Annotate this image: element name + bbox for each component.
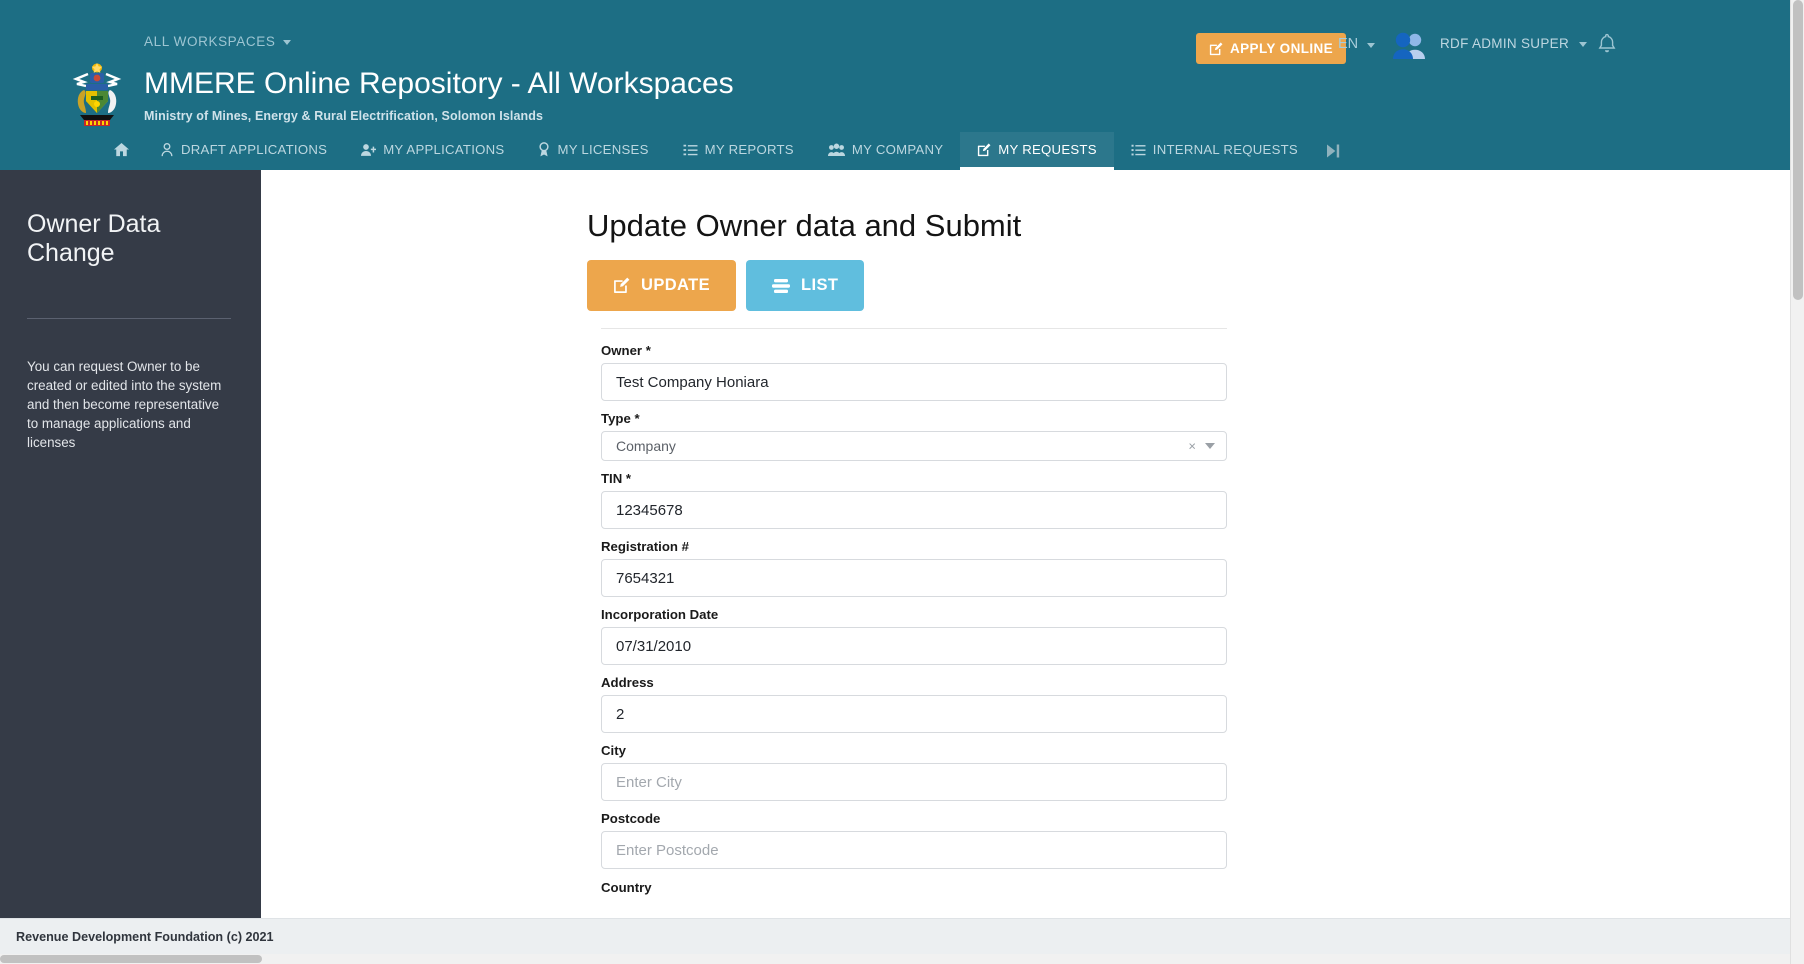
nav-scroll-forward-button[interactable] <box>1315 132 1352 170</box>
footer-copyright: Revenue Development Foundation (c) 2021 <box>16 929 274 944</box>
postcode-input[interactable] <box>601 831 1227 869</box>
list-button[interactable]: LIST <box>746 260 865 311</box>
incorporation-date-input[interactable] <box>601 627 1227 665</box>
nav-label: MY COMPANY <box>851 142 944 157</box>
update-button[interactable]: UPDATE <box>587 260 737 311</box>
notifications-button[interactable] <box>1597 33 1617 55</box>
sidebar-description: You can request Owner to be created or e… <box>27 359 222 451</box>
chevron-down-icon <box>1367 42 1376 48</box>
list-button-label: LIST <box>801 276 839 294</box>
my-company-icon <box>827 143 845 156</box>
nav-label: MY APPLICATIONS <box>383 142 505 157</box>
form-divider <box>601 328 1227 329</box>
field-label-registration-number: Registration # <box>601 539 689 554</box>
city-input[interactable] <box>601 763 1227 801</box>
nav-label: INTERNAL REQUESTS <box>1152 142 1298 157</box>
field-label-owner: Owner * <box>601 343 651 358</box>
my-requests-icon <box>978 143 991 156</box>
sidebar: Owner Data Change You can request Owner … <box>0 170 261 918</box>
sidebar-divider <box>27 318 231 319</box>
nav-label: MY REPORTS <box>704 142 794 157</box>
chevron-down-icon <box>283 40 292 45</box>
field-country: Country <box>601 879 1227 897</box>
chevron-down-icon[interactable] <box>1205 443 1215 449</box>
field-label-country: Country <box>601 880 652 895</box>
field-label-address: Address <box>601 675 654 690</box>
bell-icon <box>1598 33 1616 53</box>
list-icon <box>772 278 791 293</box>
address-input[interactable] <box>601 695 1227 733</box>
tin-input[interactable] <box>601 491 1227 529</box>
user-menu[interactable]: RDF ADMIN SUPER <box>1440 36 1588 51</box>
main-navigation: DRAFT APPLICATIONS MY APPLICATIONS MY LI… <box>100 132 1352 170</box>
chevron-down-icon <box>1579 42 1588 47</box>
language-label: EN <box>1338 36 1359 52</box>
apply-online-button[interactable]: APPLY ONLINE <box>1196 33 1347 64</box>
update-button-label: UPDATE <box>641 276 711 294</box>
all-workspaces-label: ALL WORKSPACES <box>144 34 276 49</box>
draft-applications-icon <box>161 142 173 156</box>
vertical-scrollbar-thumb[interactable] <box>1793 0 1803 300</box>
sidebar-title: Owner Data Change <box>27 210 161 267</box>
edit-icon <box>614 277 630 293</box>
nav-item-my-requests[interactable]: MY REQUESTS <box>960 132 1114 170</box>
avatar[interactable] <box>1393 32 1427 60</box>
apply-online-label: APPLY ONLINE <box>1230 41 1334 56</box>
type-select-value: Company <box>616 438 676 454</box>
all-workspaces-selector[interactable]: ALL WORKSPACES <box>144 34 292 49</box>
brand: MMERE Online Repository - All Workspaces… <box>66 60 734 130</box>
page-footer: Revenue Development Foundation (c) 2021 <box>0 918 1790 954</box>
my-applications-icon <box>361 143 377 156</box>
action-button-row: UPDATE LIST <box>587 260 865 311</box>
clear-icon[interactable]: × <box>1188 439 1196 454</box>
page-header: ALL WORKSPACES APPLY ONLINE EN RDF ADMIN… <box>0 0 1790 170</box>
nav-item-my-reports[interactable]: MY REPORTS <box>666 132 811 170</box>
field-label-postcode: Postcode <box>601 811 661 826</box>
internal-requests-icon <box>1131 144 1146 155</box>
my-reports-icon <box>683 144 698 155</box>
field-postcode: Postcode <box>601 811 1227 869</box>
language-selector[interactable]: EN <box>1338 36 1376 52</box>
field-label-incorporation-date: Incorporation Date <box>601 607 719 622</box>
registration-number-input[interactable] <box>601 559 1227 597</box>
nav-label: DRAFT APPLICATIONS <box>181 142 328 157</box>
nav-item-my-company[interactable]: MY COMPANY <box>811 132 960 170</box>
field-label-tin: TIN * <box>601 471 632 486</box>
owner-form: Owner * Type * Company × TIN * Registrat… <box>601 328 1227 897</box>
field-tin: TIN * <box>601 471 1227 529</box>
field-address: Address <box>601 675 1227 733</box>
field-incorporation-date: Incorporation Date <box>601 607 1227 665</box>
app-title: MMERE Online Repository - All Workspaces <box>144 67 734 100</box>
field-type: Type * Company × <box>601 411 1227 461</box>
nav-item-internal-requests[interactable]: INTERNAL REQUESTS <box>1114 132 1315 170</box>
user-name-label: RDF ADMIN SUPER <box>1440 36 1570 51</box>
owner-input[interactable] <box>601 363 1227 401</box>
page-title: Update Owner data and Submit <box>587 208 1022 243</box>
main-content: Update Owner data and Submit UPDATE LIST <box>261 170 1790 918</box>
nav-item-draft-applications[interactable]: DRAFT APPLICATIONS <box>143 132 344 170</box>
app-subtitle: Ministry of Mines, Energy & Rural Electr… <box>144 109 544 124</box>
users-avatar-icon <box>1393 32 1425 59</box>
my-licenses-icon <box>539 142 550 157</box>
coat-of-arms-logo <box>72 63 122 126</box>
field-label-type: Type * <box>601 411 640 426</box>
vertical-scrollbar[interactable] <box>1790 0 1804 964</box>
horizontal-scrollbar-thumb[interactable] <box>0 955 262 963</box>
horizontal-scrollbar[interactable] <box>0 954 1790 964</box>
home-icon <box>114 142 129 157</box>
field-owner: Owner * <box>601 343 1227 401</box>
skip-forward-icon <box>1326 144 1340 158</box>
type-select[interactable]: Company × <box>601 431 1227 461</box>
nav-item-home[interactable] <box>100 132 143 170</box>
nav-label: MY LICENSES <box>557 142 649 157</box>
nav-label: MY REQUESTS <box>998 142 1097 157</box>
nav-item-my-applications[interactable]: MY APPLICATIONS <box>344 132 521 170</box>
field-registration-number: Registration # <box>601 539 1227 597</box>
nav-item-my-licenses[interactable]: MY LICENSES <box>521 132 665 170</box>
field-label-city: City <box>601 743 626 758</box>
edit-icon <box>1209 42 1223 55</box>
field-city: City <box>601 743 1227 801</box>
